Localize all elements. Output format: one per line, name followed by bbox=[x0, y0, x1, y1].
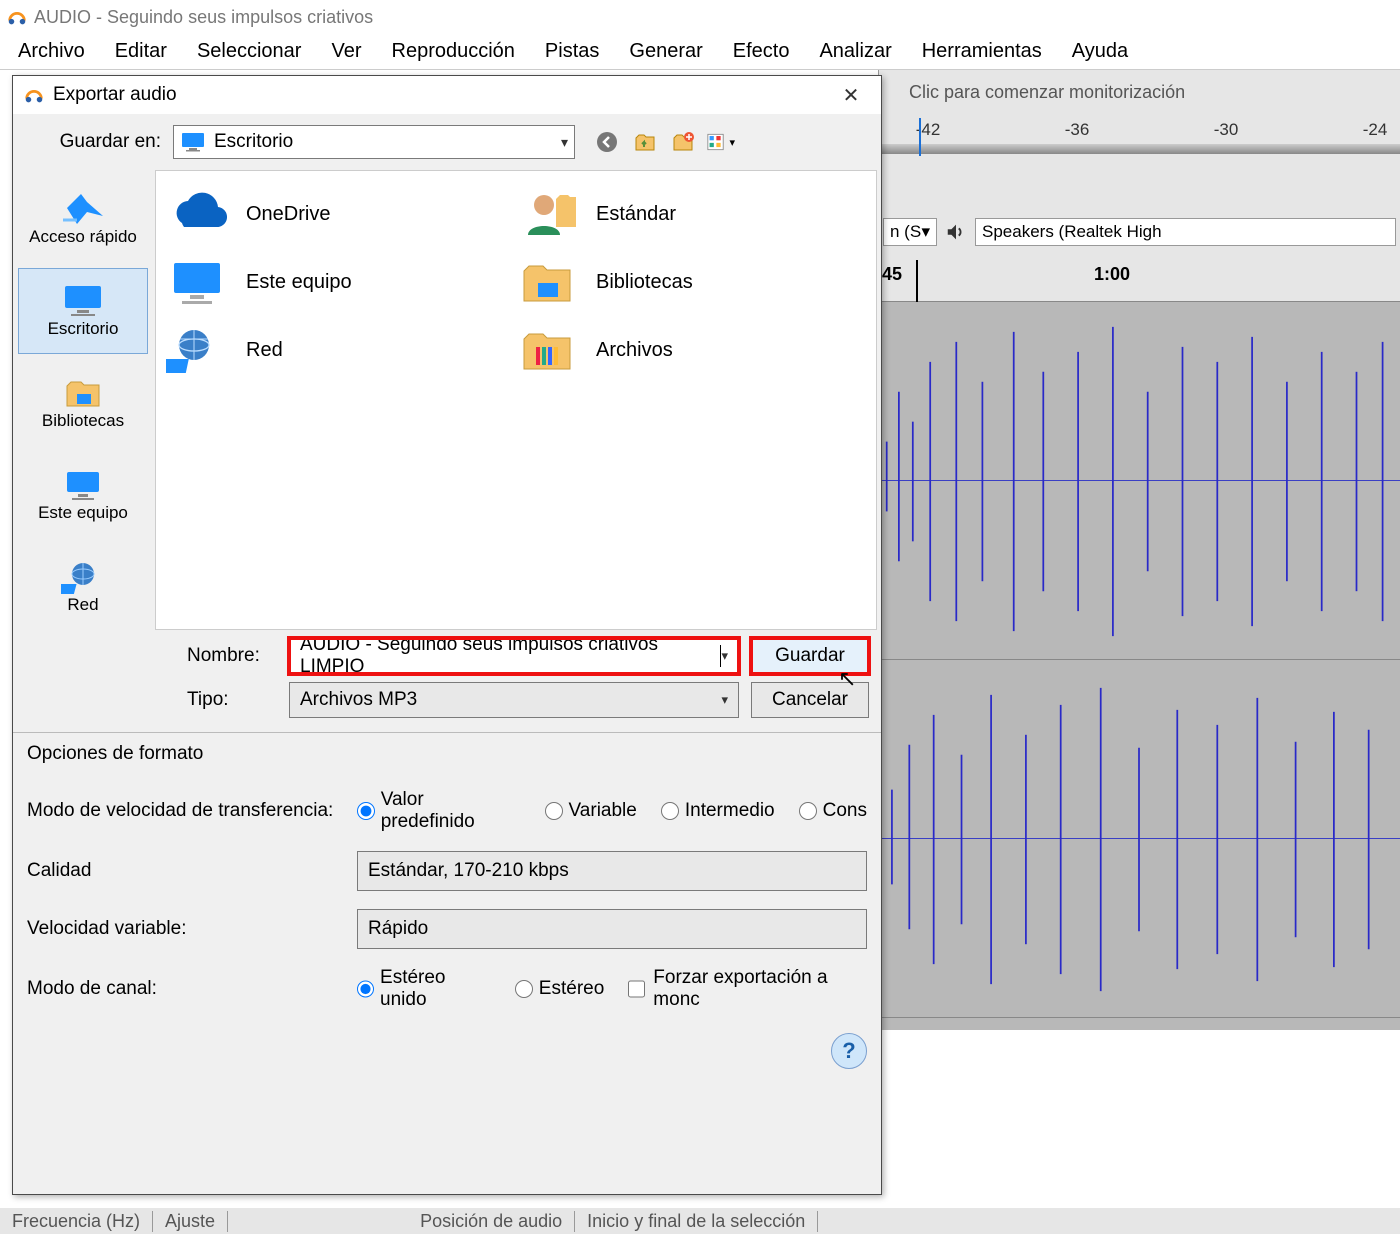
format-legend: Opciones de formato bbox=[27, 743, 867, 765]
db-marker bbox=[919, 118, 921, 156]
places-bar: Acceso rápido Escritorio Bibliotecas Est… bbox=[13, 170, 153, 630]
quality-label: Calidad bbox=[27, 860, 347, 882]
timeline-area: 45 1:00 bbox=[878, 260, 1400, 1030]
back-button[interactable] bbox=[593, 128, 621, 156]
monitoring-hint[interactable]: Clic para comenzar monitorización bbox=[909, 82, 1185, 103]
folder-item-user[interactable]: Estándar bbox=[516, 189, 866, 239]
up-one-level-button[interactable] bbox=[631, 128, 659, 156]
menu-ayuda[interactable]: Ayuda bbox=[1062, 36, 1138, 67]
place-network[interactable]: Red bbox=[18, 544, 148, 630]
filetype-dropdown[interactable]: Archivos MP3 ▾ bbox=[289, 682, 739, 718]
filename-input[interactable]: AUDIO - Seguindo seus impulsos criativos… bbox=[289, 638, 739, 674]
filetype-label: Tipo: bbox=[187, 689, 277, 711]
speaker-icon bbox=[943, 221, 969, 243]
close-button[interactable]: ✕ bbox=[831, 80, 871, 110]
place-this-pc[interactable]: Este equipo bbox=[18, 452, 148, 538]
savein-label: Guardar en: bbox=[25, 131, 161, 153]
chevron-down-icon: ▾ bbox=[721, 692, 728, 708]
waveform-track-2[interactable] bbox=[878, 660, 1400, 1018]
place-libraries[interactable]: Bibliotecas bbox=[18, 360, 148, 446]
radio-stereo[interactable]: Estéreo bbox=[515, 978, 604, 1000]
timeline-ruler[interactable]: 45 1:00 bbox=[878, 260, 1400, 302]
host-dropdown[interactable]: n (S▾ bbox=[883, 218, 937, 246]
chevron-down-icon: ▾ bbox=[561, 134, 568, 151]
menu-efecto[interactable]: Efecto bbox=[723, 36, 800, 67]
export-audio-dialog: Exportar audio ✕ Guardar en: Escritorio … bbox=[12, 75, 882, 1195]
vbr-speed-dropdown[interactable]: Rápido bbox=[357, 909, 867, 949]
audacity-icon bbox=[6, 6, 28, 28]
folder-item-onedrive[interactable]: OneDrive bbox=[166, 189, 516, 239]
radio-joint-stereo[interactable]: Estéreo unido bbox=[357, 967, 491, 1011]
chevron-down-icon: ▾ bbox=[721, 648, 728, 664]
menu-seleccionar[interactable]: Seleccionar bbox=[187, 36, 312, 67]
menu-reproduccion[interactable]: Reproducción bbox=[382, 36, 525, 67]
menu-ver[interactable]: Ver bbox=[321, 36, 371, 67]
menu-editar[interactable]: Editar bbox=[105, 36, 177, 67]
db-meter-bar bbox=[879, 144, 1400, 154]
channel-mode-label: Modo de canal: bbox=[27, 978, 347, 1000]
playhead-marker[interactable] bbox=[916, 260, 918, 302]
db-meter-scale: -42 -36 -30 -24 bbox=[903, 120, 1400, 140]
menu-archivo[interactable]: Archivo bbox=[8, 36, 95, 67]
dialog-titlebar: Exportar audio ✕ bbox=[13, 76, 881, 114]
menubar: Archivo Editar Seleccionar Ver Reproducc… bbox=[0, 34, 1400, 70]
background-toolbar: Clic para comenzar monitorización -42 -3… bbox=[878, 70, 1400, 260]
folder-item-libraries[interactable]: Bibliotecas bbox=[516, 257, 866, 307]
cancel-button[interactable]: Cancelar bbox=[751, 682, 869, 718]
folder-pane[interactable]: OneDrive Estándar Este equipo Biblioteca… bbox=[155, 170, 877, 630]
folder-item-archivos[interactable]: Archivos bbox=[516, 325, 866, 375]
help-button[interactable]: ? bbox=[831, 1033, 867, 1069]
status-bar: Frecuencia (Hz) Ajuste Posición de audio… bbox=[0, 1208, 1400, 1234]
menu-generar[interactable]: Generar bbox=[619, 36, 712, 67]
radio-constant[interactable]: Cons bbox=[799, 800, 867, 822]
main-window-titlebar: AUDIO - Seguindo seus impulsos criativos bbox=[0, 0, 1400, 34]
radio-preset[interactable]: Valor predefinido bbox=[357, 789, 521, 833]
main-window-title: AUDIO - Seguindo seus impulsos criativos bbox=[34, 7, 373, 28]
folder-item-this-pc[interactable]: Este equipo bbox=[166, 257, 516, 307]
folder-item-network[interactable]: Red bbox=[166, 325, 516, 375]
quality-dropdown[interactable]: Estándar, 170-210 kbps bbox=[357, 851, 867, 891]
save-button[interactable]: Guardar bbox=[751, 638, 869, 674]
audacity-icon bbox=[23, 84, 45, 106]
view-menu-button[interactable]: ▾ bbox=[707, 128, 735, 156]
dialog-title: Exportar audio bbox=[53, 84, 177, 106]
vbr-speed-label: Velocidad variable: bbox=[27, 918, 347, 940]
output-device-dropdown[interactable]: Speakers (Realtek High bbox=[975, 218, 1396, 246]
place-desktop[interactable]: Escritorio bbox=[18, 268, 148, 354]
filename-label: Nombre: bbox=[187, 645, 277, 667]
menu-pistas[interactable]: Pistas bbox=[535, 36, 609, 67]
savein-location-dropdown[interactable]: Escritorio ▾ bbox=[173, 125, 575, 159]
bitrate-mode-label: Modo de velocidad de transferencia: bbox=[27, 800, 347, 822]
menu-analizar[interactable]: Analizar bbox=[809, 36, 901, 67]
new-folder-button[interactable] bbox=[669, 128, 697, 156]
desktop-icon bbox=[180, 132, 206, 152]
radio-variable[interactable]: Variable bbox=[545, 800, 637, 822]
radio-average[interactable]: Intermedio bbox=[661, 800, 775, 822]
place-quick-access[interactable]: Acceso rápido bbox=[18, 176, 148, 262]
force-mono-checkbox[interactable]: Forzar exportación a monc bbox=[628, 967, 867, 1011]
waveform-track-1[interactable] bbox=[878, 302, 1400, 660]
format-options-group: Opciones de formato Modo de velocidad de… bbox=[13, 732, 881, 1025]
menu-herramientas[interactable]: Herramientas bbox=[912, 36, 1052, 67]
